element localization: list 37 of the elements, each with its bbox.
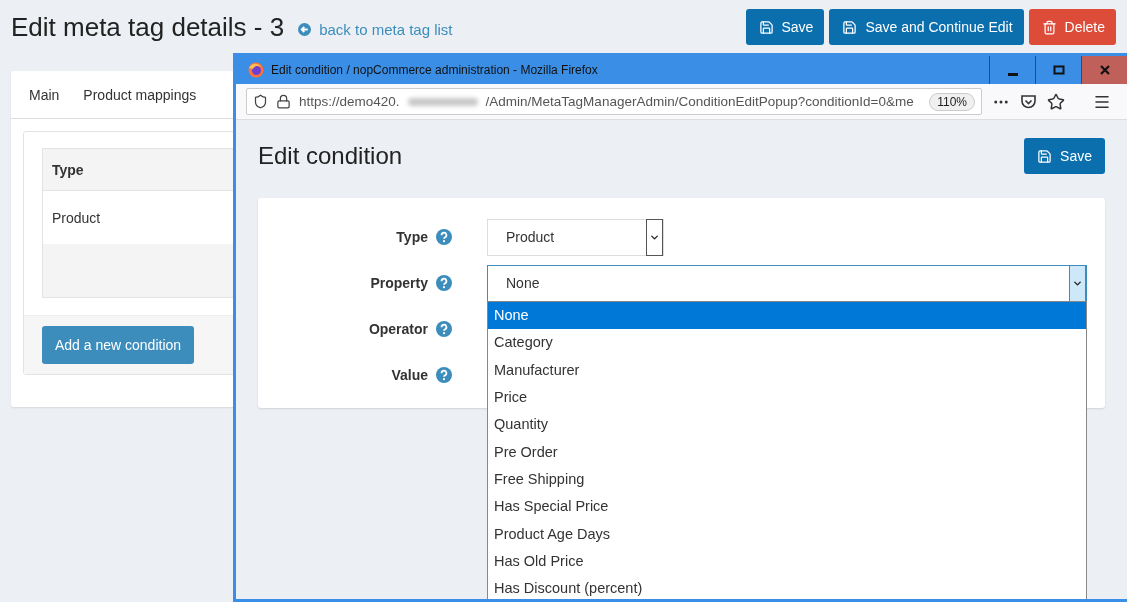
- blurred-text: [407, 97, 478, 106]
- address-bar[interactable]: https://demo420. /Admin/MetaTagManagerAdmin/ConditionEditPopup?conditionId=0&me 110%: [246, 88, 982, 115]
- dropdown-option[interactable]: None: [488, 301, 1086, 329]
- select-field[interactable]: Product: [487, 218, 664, 256]
- save-button[interactable]: Save: [1024, 138, 1105, 174]
- browser-logo-icon: [248, 62, 264, 78]
- close-icon: [1098, 64, 1111, 76]
- field-label: Operator: [368, 321, 428, 337]
- page-title: Edit meta tag details - 3: [11, 11, 285, 43]
- select-field[interactable]: None: [487, 264, 1087, 302]
- help-icon[interactable]: [436, 275, 452, 291]
- help-icon[interactable]: [436, 321, 452, 337]
- window-title: Edit condition / nopCommerce administration - Mozilla Firefox: [271, 63, 598, 77]
- field-label: Value: [391, 367, 428, 383]
- save-button[interactable]: Save: [745, 9, 825, 45]
- lock-icon[interactable]: [276, 94, 291, 109]
- delete-button[interactable]: Delete: [1028, 9, 1116, 45]
- save-button[interactable]: Save and Continue Edit: [829, 9, 1024, 45]
- tab[interactable]: Product mappings: [71, 86, 209, 103]
- pocket-icon[interactable]: [1020, 93, 1037, 110]
- help-icon[interactable]: [436, 229, 452, 245]
- trash-icon: [1041, 19, 1057, 35]
- maximize-icon: [1052, 64, 1065, 76]
- arrow-left-circle-icon: [298, 22, 312, 36]
- help-icon[interactable]: [436, 367, 452, 383]
- url-start: https://demo420.: [299, 94, 400, 109]
- shield-icon[interactable]: [253, 94, 268, 109]
- zoom-level[interactable]: 110%: [929, 92, 975, 111]
- table-cell-text: Product: [51, 208, 102, 228]
- star-icon[interactable]: [1047, 92, 1065, 111]
- minimize-icon: [1007, 72, 1018, 76]
- url-end: /Admin/MetaTagManagerAdmin/ConditionEditPopup?conditionId=0&me: [485, 94, 914, 109]
- close-button[interactable]: [1081, 56, 1127, 84]
- add-condition-button[interactable]: Add a new condition: [42, 326, 195, 364]
- field-label: Property: [370, 275, 428, 291]
- field-label: Type: [396, 229, 428, 245]
- tab[interactable]: Main: [17, 86, 72, 103]
